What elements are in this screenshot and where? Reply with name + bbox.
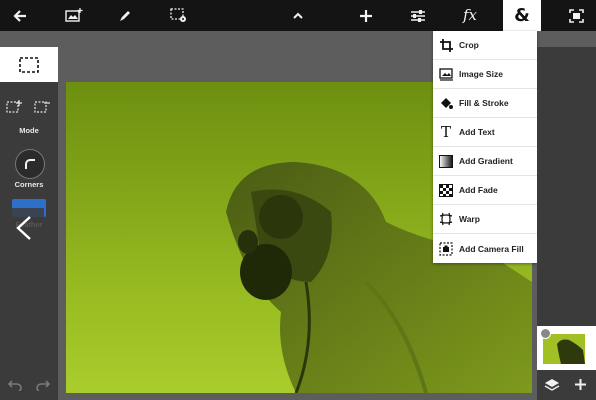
- plus-icon[interactable]: [346, 0, 386, 31]
- subtract-selection-icon[interactable]: [34, 99, 52, 115]
- undo-icon[interactable]: [7, 378, 22, 396]
- menu-item-add-fade[interactable]: Add Fade: [433, 176, 537, 205]
- redo-icon[interactable]: [36, 378, 51, 396]
- camera-fill-icon: [433, 241, 459, 256]
- collapse-panel-button[interactable]: [4, 208, 44, 248]
- fullscreen-icon[interactable]: [556, 0, 596, 31]
- text-icon: T: [440, 123, 451, 141]
- more-actions-menu: Crop Image Size Fill & Stroke T Add Text…: [433, 31, 537, 263]
- layer-preview-image: [543, 334, 585, 364]
- corners-label: Corners: [14, 180, 44, 189]
- layers-icon[interactable]: [544, 378, 560, 397]
- top-toolbar: fx &: [0, 0, 596, 31]
- image-size-icon: [433, 67, 459, 81]
- fill-stroke-icon: [433, 96, 459, 110]
- menu-item-label: Fill & Stroke: [459, 98, 509, 108]
- menu-item-label: Crop: [459, 40, 479, 50]
- layer-thumbnail[interactable]: [537, 326, 596, 370]
- menu-item-label: Add Gradient: [459, 156, 513, 166]
- menu-item-add-gradient[interactable]: Add Gradient: [433, 147, 537, 176]
- gradient-icon: [433, 154, 459, 168]
- chevron-up-icon[interactable]: [278, 0, 318, 31]
- adjustments-icon[interactable]: [398, 0, 438, 31]
- menu-item-image-size[interactable]: Image Size: [433, 60, 537, 89]
- menu-item-warp[interactable]: Warp: [433, 205, 537, 234]
- ampersand-icon[interactable]: &: [503, 0, 541, 31]
- marquee-icon: [19, 56, 39, 73]
- warp-icon: [433, 212, 459, 226]
- menu-item-label: Add Text: [459, 127, 495, 137]
- chevron-left-icon: [16, 216, 31, 240]
- menu-item-add-text[interactable]: T Add Text: [433, 118, 537, 147]
- back-arrow-icon[interactable]: [0, 0, 40, 31]
- add-selection-icon[interactable]: [6, 99, 24, 115]
- selection-settings-icon[interactable]: [158, 0, 198, 31]
- menu-item-label: Image Size: [459, 69, 503, 79]
- menu-item-fill-stroke[interactable]: Fill & Stroke: [433, 89, 537, 118]
- menu-item-add-camera-fill[interactable]: Add Camera Fill: [433, 234, 537, 263]
- brush-icon[interactable]: [105, 0, 145, 31]
- menu-item-label: Add Camera Fill: [459, 243, 524, 254]
- rounded-corner-icon: [25, 159, 35, 169]
- crop-icon: [433, 38, 459, 52]
- menu-item-label: Add Fade: [459, 185, 498, 195]
- menu-item-label: Warp: [459, 214, 480, 224]
- add-layer-icon[interactable]: [574, 378, 587, 396]
- add-image-icon[interactable]: [54, 0, 94, 31]
- menu-item-crop[interactable]: Crop: [433, 31, 537, 60]
- corners-button[interactable]: [15, 149, 45, 179]
- layer-visibility-dot[interactable]: [540, 328, 551, 339]
- selection-tool-tab[interactable]: [0, 47, 58, 82]
- effects-icon[interactable]: fx: [450, 0, 490, 31]
- mode-label: Mode: [19, 126, 39, 135]
- fade-icon: [433, 183, 459, 197]
